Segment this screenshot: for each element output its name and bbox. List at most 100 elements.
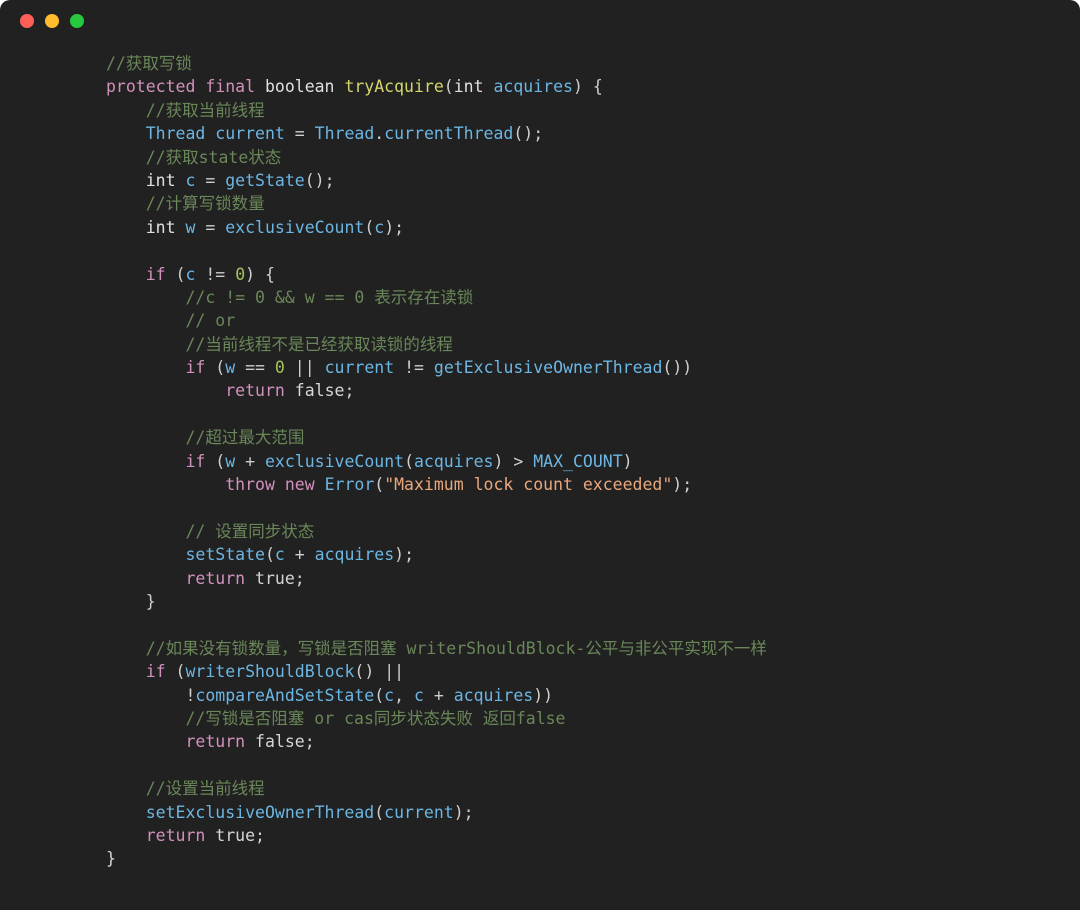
code-token-type: boolean <box>264 77 335 97</box>
code-line: //写锁是否阻塞 or cas同步状态失败 返回false <box>106 707 1080 730</box>
code-token-punc: ; <box>255 825 265 845</box>
code-token-com: //超过最大范围 <box>185 428 305 448</box>
code-token-com: //当前线程不是已经获取读锁的线程 <box>185 334 453 354</box>
code-token-kw: protected <box>106 77 196 97</box>
code-token-com: //写锁是否阻塞 or cas同步状态失败 返回false <box>185 708 566 728</box>
code-token-type: int <box>453 77 484 97</box>
code-token-id: exclusiveCount <box>225 217 365 237</box>
code-token-kw: if <box>185 451 206 471</box>
code-token-punc: (); <box>304 170 335 190</box>
code-token-com: //获取state状态 <box>145 147 282 167</box>
code-token-punc: ( <box>374 685 385 705</box>
code-line: int w = exclusiveCount(c); <box>106 216 1080 239</box>
code-token-punc: = <box>195 217 226 237</box>
code-token-punc: = <box>284 124 315 144</box>
code-token-punc: ( <box>364 217 375 237</box>
code-token-punc: ) { <box>245 264 275 284</box>
code-token-punc: ( <box>165 264 186 284</box>
code-token-com: //获取写锁 <box>106 54 192 73</box>
code-token-type: int <box>145 170 176 190</box>
code-token-id: c <box>274 545 285 565</box>
code-token-kw: return <box>145 825 206 845</box>
code-token-punc: ( <box>205 451 226 471</box>
code-token-punc: ( <box>165 662 186 682</box>
code-token-id: writerShouldBlock <box>185 662 355 682</box>
code-line: if (w == 0 || current != getExclusiveOwn… <box>106 356 1080 379</box>
code-token-id: getState <box>225 170 305 190</box>
code-token-punc: ); <box>394 545 415 565</box>
code-token-punc: , <box>394 685 414 705</box>
code-token-id: current <box>384 802 454 822</box>
code-token-punc: ); <box>453 802 474 822</box>
code-token-punc: || <box>284 358 325 378</box>
code-line: //如果没有锁数量，写锁是否阻塞 writerShouldBlock-公平与非公… <box>106 637 1080 660</box>
code-line: if (w + exclusiveCount(acquires) > MAX_C… <box>106 450 1080 473</box>
code-token-id: current <box>215 124 285 144</box>
code-line: if (writerShouldBlock() || <box>106 660 1080 683</box>
code-token-cls: Error <box>324 475 375 495</box>
code-token-punc: != <box>195 264 236 284</box>
maximize-window-button[interactable] <box>70 14 84 28</box>
code-token-punc: + <box>235 451 265 471</box>
code-token-com: //设置当前线程 <box>145 779 265 799</box>
code-token-plain: true <box>215 825 256 845</box>
code-token-punc: ( <box>205 358 226 378</box>
code-token-punc: ) > <box>493 451 534 471</box>
code-token-punc: ; <box>294 568 305 588</box>
code-token-com: //获取当前线程 <box>145 100 265 120</box>
code-token-punc: ( <box>264 545 275 565</box>
minimize-window-button[interactable] <box>45 14 59 28</box>
close-window-button[interactable] <box>20 14 34 28</box>
code-token-id: w <box>225 451 236 471</box>
code-token-punc: () || <box>354 662 405 682</box>
code-token-fn: tryAcquire <box>344 77 444 97</box>
code-token-num: 0 <box>274 358 285 378</box>
code-token-plain: } <box>106 849 116 869</box>
code-block[interactable]: //获取写锁 protected final boolean tryAcquire… <box>0 42 1080 871</box>
code-token-id: acquires <box>414 451 494 471</box>
code-token-id: w <box>185 217 196 237</box>
code-token-punc: ( <box>404 451 414 471</box>
code-token-id: c <box>185 264 196 284</box>
code-line: int c = getState(); <box>106 169 1080 192</box>
code-token-punc: == <box>235 358 275 378</box>
code-token-id: compareAndSetState <box>195 685 375 705</box>
code-token-id: c <box>384 685 395 705</box>
code-token-id: acquires <box>493 77 573 97</box>
code-token-kw: final <box>205 77 256 97</box>
code-token-plain: false <box>294 381 345 401</box>
code-token-id: c <box>374 217 385 237</box>
code-token-punc: } <box>145 591 156 611</box>
code-line: throw new Error("Maximum lock count exce… <box>106 473 1080 496</box>
code-line: return false; <box>106 730 1080 753</box>
code-token-punc: ; <box>304 732 315 752</box>
code-line: return true; <box>106 824 1080 847</box>
code-token-cls: Thread <box>145 124 206 144</box>
code-token-id: acquires <box>453 685 534 705</box>
code-line: // or <box>106 309 1080 332</box>
